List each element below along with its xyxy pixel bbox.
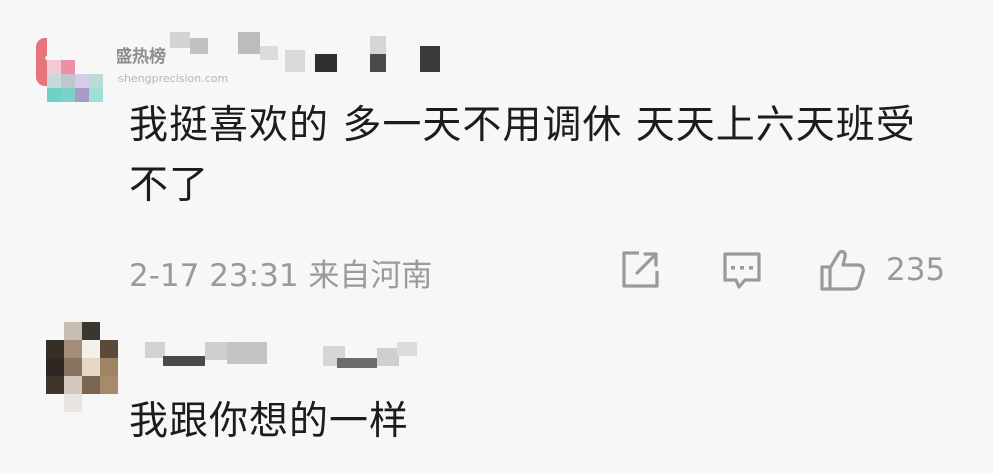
share-button[interactable]	[617, 247, 663, 293]
comment-text: 我跟你想的一样	[129, 399, 410, 444]
like-button[interactable]: 235	[818, 247, 945, 293]
comment-text: 我挺喜欢的 多一天不用调休 天天上六天班受不了	[129, 103, 916, 208]
comment-icon	[723, 252, 761, 289]
like-count: 235	[886, 252, 946, 288]
username[interactable]	[145, 338, 425, 378]
timestamp: 2-17 23:31	[129, 258, 299, 294]
watermark-url: youshengprecision.com	[98, 72, 229, 85]
comment-meta: 2-17 23:31 来自河南	[129, 250, 432, 295]
avatar[interactable]	[47, 32, 117, 102]
reply-button[interactable]	[719, 247, 765, 293]
thumbs-up-icon	[820, 250, 865, 291]
share-icon	[622, 251, 659, 288]
username[interactable]	[170, 32, 445, 72]
location: 来自河南	[308, 258, 433, 294]
avatar[interactable]	[46, 322, 118, 412]
